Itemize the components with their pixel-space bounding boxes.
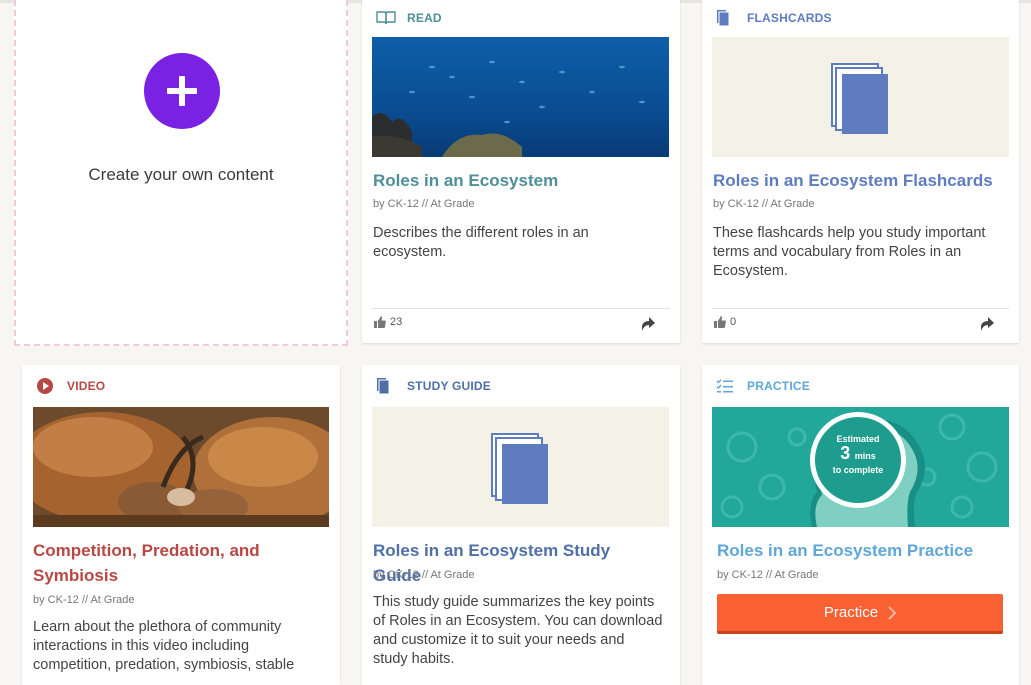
thumbnail-image[interactable] (712, 37, 1009, 157)
type-label: FLASHCARDS (747, 11, 832, 25)
video-card[interactable]: VIDEO Competition, Predation, and Symbio… (22, 365, 340, 685)
type-row: VIDEO (36, 377, 105, 395)
practice-card[interactable]: PRACTICE Estimated 3 mins to complete Ro… (702, 365, 1019, 685)
type-row: STUDY GUIDE (376, 377, 491, 395)
flashcards-icon (716, 9, 738, 27)
likes-count: 23 (390, 316, 403, 328)
card-meta: by CK-12 // At Grade (713, 198, 815, 210)
book-icon (376, 9, 398, 27)
card-title[interactable]: Competition, Predation, and Symbiosis (33, 538, 323, 588)
estimate-unit: mins (854, 451, 876, 461)
plus-icon (167, 76, 197, 106)
read-card[interactable]: READ Roles in an Ecosystem by CK-12 // A… (362, 0, 680, 343)
estimate-number: 3 (840, 443, 851, 463)
card-description: These flashcards help you study importan… (713, 225, 986, 279)
chevron-right-icon (888, 605, 897, 620)
flashcards-card[interactable]: FLASHCARDS Roles in an Ecosystem Flashca… (702, 0, 1019, 343)
likes[interactable]: 0 (714, 316, 736, 328)
create-content-label: Create your own content (88, 165, 274, 184)
card-meta: by CK-12 // At Grade (33, 594, 135, 606)
card-title[interactable]: Roles in an Ecosystem Flashcards (713, 168, 1003, 193)
type-row: READ (376, 9, 442, 27)
card-divider (712, 308, 1009, 309)
practice-button[interactable]: Practice (717, 594, 1003, 631)
type-label: STUDY GUIDE (407, 379, 491, 393)
share-icon[interactable] (979, 316, 995, 332)
thumbnail-image[interactable] (33, 407, 329, 527)
card-description: Describes the different roles in an ecos… (373, 225, 589, 260)
card-meta: by CK-12 // At Grade (373, 569, 475, 581)
create-plus-button[interactable] (144, 53, 220, 129)
card-description: Learn about the plethora of community in… (33, 619, 295, 673)
thumbnail-image[interactable] (372, 37, 669, 157)
play-circle-icon (36, 377, 58, 395)
type-label: READ (407, 11, 442, 25)
study-guide-icon (376, 377, 398, 395)
type-label: PRACTICE (747, 379, 810, 393)
thumbnail-image[interactable]: Estimated 3 mins to complete (712, 407, 1009, 527)
estimate-bottom: to complete (832, 465, 884, 475)
share-icon[interactable] (640, 316, 656, 332)
type-label: VIDEO (67, 379, 106, 393)
thumbs-up-icon (714, 316, 726, 328)
create-content-card[interactable]: Create your own content (14, 0, 348, 346)
practice-button-label: Practice (823, 604, 879, 621)
thumbs-up-icon (374, 316, 386, 328)
type-row: FLASHCARDS (716, 9, 832, 27)
likes[interactable]: 23 (374, 316, 402, 328)
card-meta: by CK-12 // At Grade (373, 198, 475, 210)
card-meta: by CK-12 // At Grade (717, 569, 819, 581)
time-estimate-circle: Estimated 3 mins to complete (810, 412, 906, 508)
type-row: PRACTICE (716, 377, 810, 395)
estimate-top: Estimated (836, 434, 880, 444)
study-guide-card[interactable]: STUDY GUIDE Roles in an Ecosystem Study … (362, 365, 680, 685)
card-title[interactable]: Roles in an Ecosystem (373, 168, 663, 193)
card-divider (372, 308, 670, 309)
card-description: This study guide summarizes the key poin… (373, 594, 663, 667)
likes-count: 0 (730, 316, 737, 328)
thumbnail-image[interactable] (372, 407, 669, 527)
checklist-icon (716, 377, 738, 395)
card-title[interactable]: Roles in an Ecosystem Practice (717, 538, 1007, 563)
